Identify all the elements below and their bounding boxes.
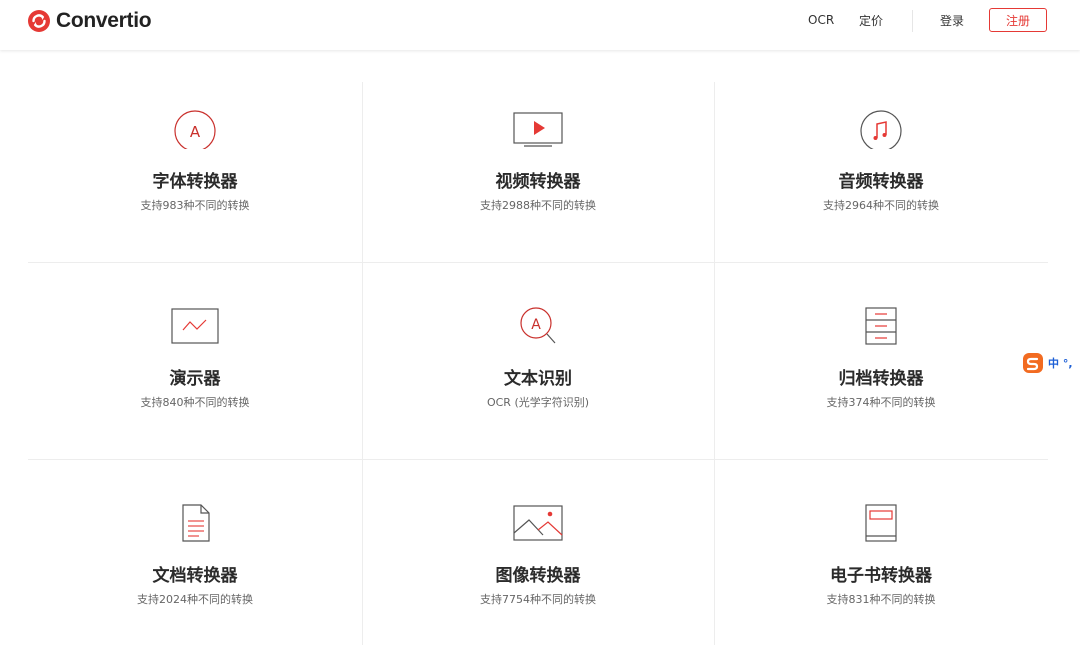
ocr-magnifier-icon: A <box>520 307 556 344</box>
svg-text:A: A <box>190 123 201 141</box>
archive-drawers-icon <box>865 307 897 345</box>
converter-subtitle: OCR (光学字符识别) <box>486 396 590 409</box>
document-icon <box>182 504 210 542</box>
converter-title: 归档转换器 <box>838 369 924 389</box>
converter-card-ocr[interactable]: A 文本识别 OCR (光学字符识别) <box>362 279 714 459</box>
converter-title: 音频转换器 <box>838 172 924 192</box>
grid-divider <box>28 262 1048 263</box>
music-note-icon <box>860 110 902 149</box>
converter-subtitle: 支持2964种不同的转换 <box>823 199 939 212</box>
converter-card-video[interactable]: 视频转换器 支持2988种不同的转换 <box>362 82 714 262</box>
brand-name: Convertio <box>56 9 152 32</box>
video-play-icon <box>513 112 563 147</box>
converter-title: 图像转换器 <box>495 566 581 586</box>
ebook-icon <box>865 504 897 542</box>
converter-card-archive[interactable]: 归档转换器 支持374种不同的转换 <box>714 279 1048 459</box>
converter-subtitle: 支持2988种不同的转换 <box>480 199 596 212</box>
converter-card-audio[interactable]: 音频转换器 支持2964种不同的转换 <box>714 82 1048 262</box>
presentation-chart-icon <box>171 308 219 344</box>
converter-title: 演示器 <box>169 369 221 389</box>
signup-button[interactable]: 注册 <box>989 8 1047 32</box>
converter-subtitle: 支持831种不同的转换 <box>826 593 936 606</box>
image-icon <box>513 505 563 541</box>
converter-title: 文档转换器 <box>152 566 238 586</box>
grid-divider <box>28 459 1048 460</box>
converter-title: 视频转换器 <box>495 172 581 192</box>
nav-divider <box>912 10 913 32</box>
converter-subtitle: 支持840种不同的转换 <box>140 396 250 409</box>
converter-card-ebook[interactable]: 电子书转换器 支持831种不同的转换 <box>714 476 1048 645</box>
nav-link-pricing[interactable]: 定价 <box>859 0 883 40</box>
converter-grid: A 字体转换器 支持983种不同的转换 视频转换器 支持2988种不同的转换 音… <box>28 82 1048 645</box>
svg-text:A: A <box>531 317 541 333</box>
top-navbar: Convertio OCR 定价 登录 注册 <box>0 0 1080 50</box>
font-icon: A <box>174 110 216 149</box>
converter-subtitle: 支持983种不同的转换 <box>140 199 250 212</box>
converter-subtitle: 支持2024种不同的转换 <box>137 593 253 606</box>
convertio-logo-icon <box>28 10 50 32</box>
login-link[interactable]: 登录 <box>940 0 964 40</box>
converter-card-image[interactable]: 图像转换器 支持7754种不同的转换 <box>362 476 714 645</box>
converter-title: 电子书转换器 <box>830 566 932 586</box>
nav-link-ocr[interactable]: OCR <box>808 0 834 40</box>
ime-mode-label: 中 °, <box>1048 357 1073 370</box>
sogou-ime-icon <box>1023 353 1043 373</box>
converter-title: 文本识别 <box>504 369 572 389</box>
converter-subtitle: 支持7754种不同的转换 <box>480 593 596 606</box>
converter-card-document[interactable]: 文档转换器 支持2024种不同的转换 <box>28 476 362 645</box>
converter-card-font[interactable]: A 字体转换器 支持983种不同的转换 <box>28 82 362 262</box>
converter-subtitle: 支持374种不同的转换 <box>826 396 936 409</box>
convertio-logo[interactable]: Convertio <box>27 8 152 34</box>
converter-title: 字体转换器 <box>152 172 238 192</box>
converter-card-presentation[interactable]: 演示器 支持840种不同的转换 <box>28 279 362 459</box>
ime-toolbar[interactable]: 中 °, <box>1022 352 1073 374</box>
